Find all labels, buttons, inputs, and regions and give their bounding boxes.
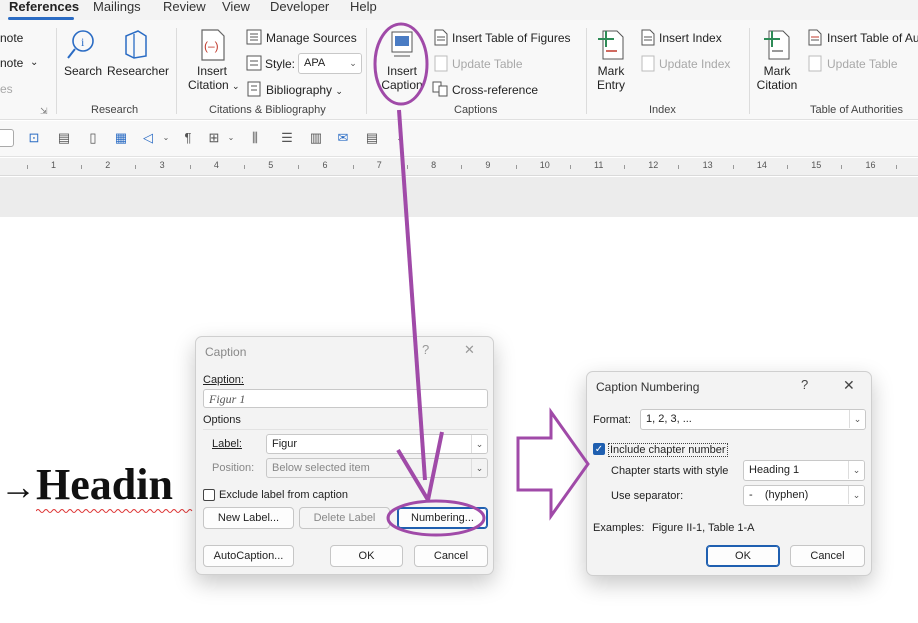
block-arrow-right [516, 407, 590, 521]
arrow-shaft [397, 109, 427, 481]
insert-caption-highlight-ellipse [373, 22, 429, 106]
numbering-highlight-ellipse [386, 499, 486, 537]
arrow-head [396, 431, 444, 502]
word-window: References Mailings Review View Develope… [0, 0, 918, 623]
annotation-overlay [373, 22, 590, 537]
